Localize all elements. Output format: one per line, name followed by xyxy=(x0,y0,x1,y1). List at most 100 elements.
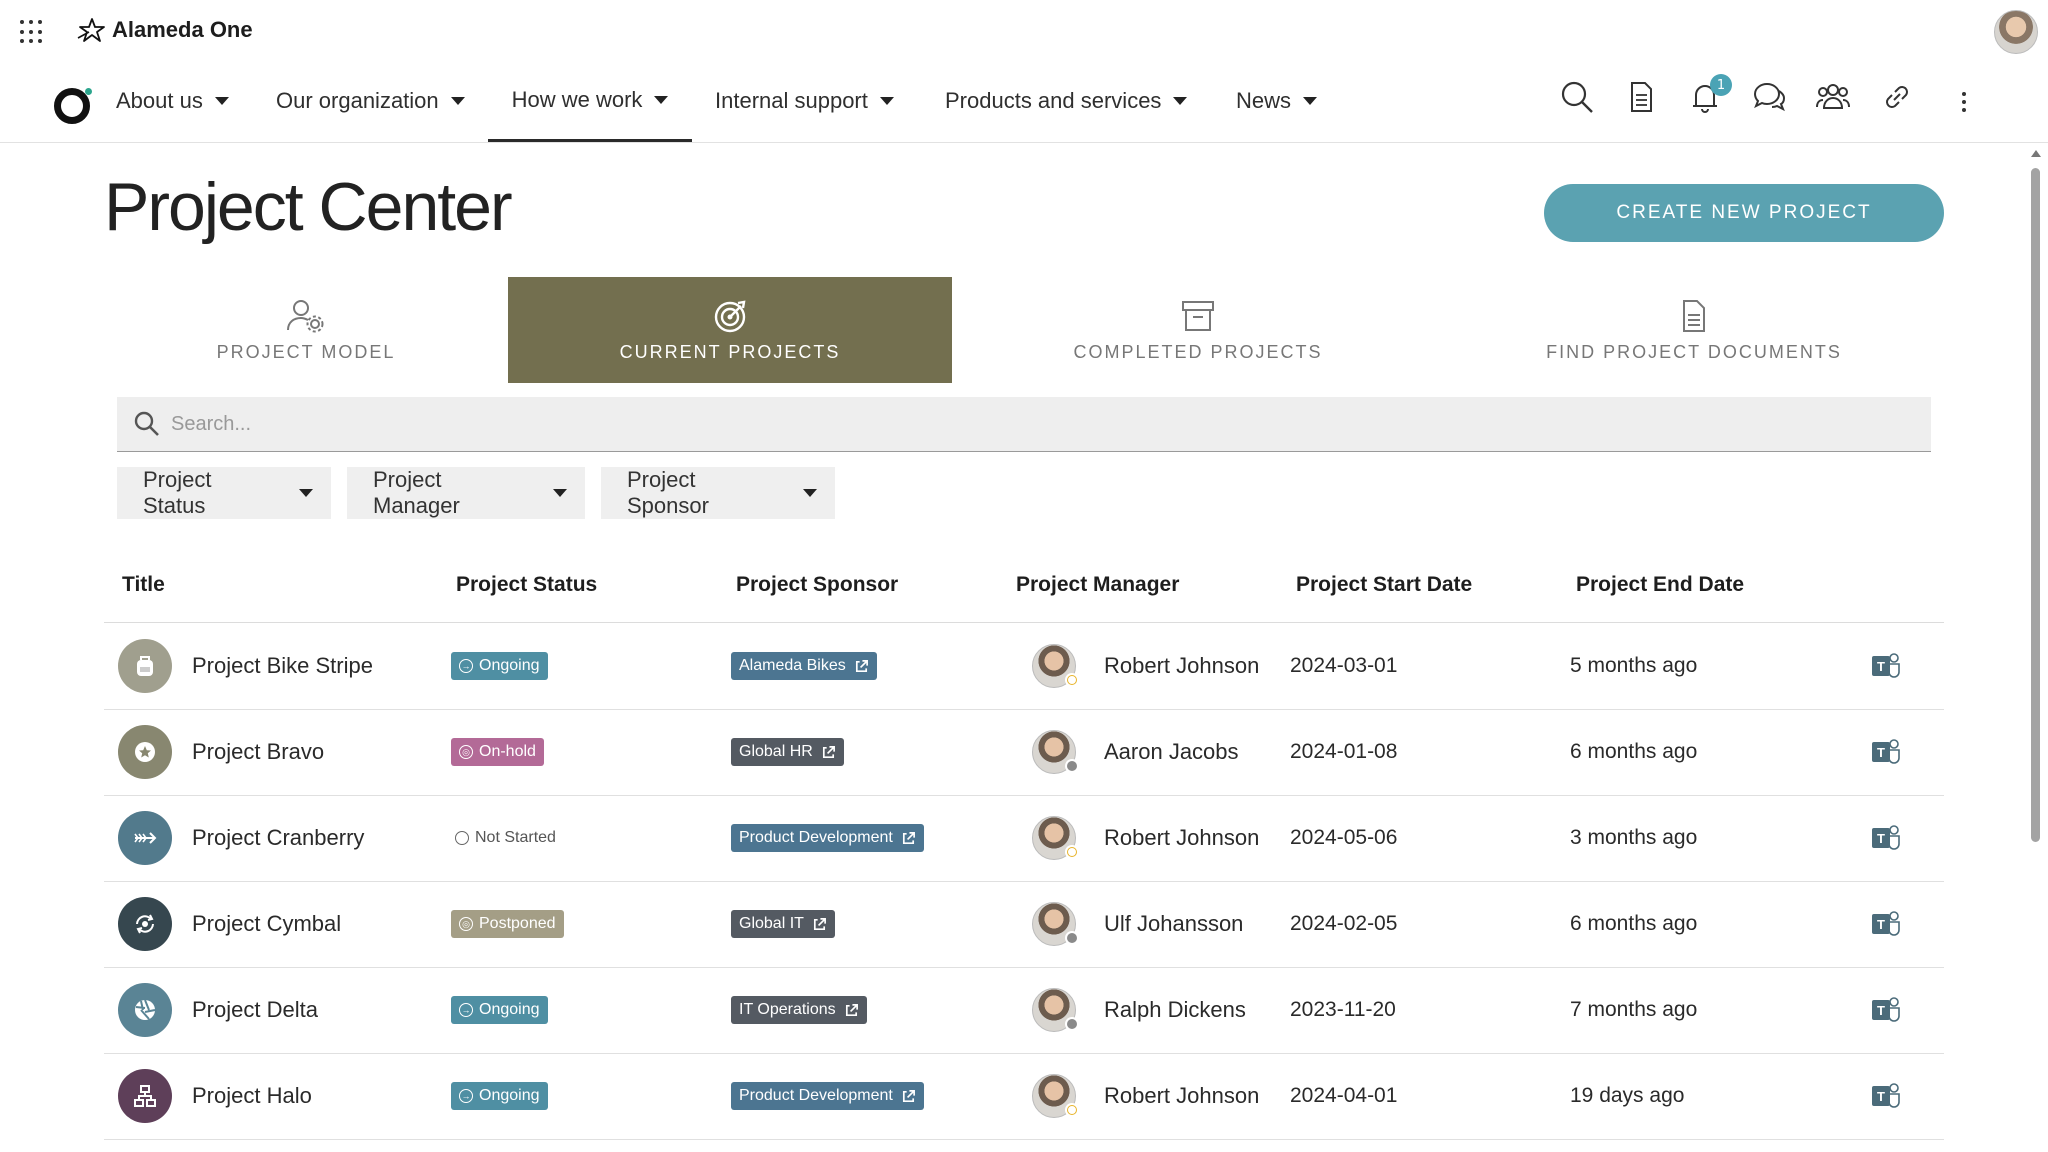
teams-icon[interactable]: T xyxy=(1870,650,1902,682)
title-cell: Project Bravo xyxy=(118,709,324,795)
project-title[interactable]: Project Bike Stripe xyxy=(192,653,373,679)
status-cell: → Ongoing xyxy=(451,623,548,709)
table-row[interactable]: Project Bravo ◎ On-hold Global HR Aaron J… xyxy=(104,709,1944,796)
chat-icon[interactable] xyxy=(1752,80,1786,114)
teams-icon[interactable]: T xyxy=(1870,908,1902,940)
title-cell: Project Cranberry xyxy=(118,795,364,881)
title-cell: Project Cymbal xyxy=(118,881,341,967)
scrollbar-thumb[interactable] xyxy=(2031,168,2040,842)
presence-indicator xyxy=(1065,845,1079,859)
table-row[interactable]: Project Cymbal ◎ Postponed Global IT Ulf … xyxy=(104,881,1944,968)
sponsor-cell: Alameda Bikes xyxy=(731,623,877,709)
end-date: 5 months ago xyxy=(1570,654,1698,677)
document-icon[interactable] xyxy=(1624,80,1658,114)
tab-find-project-documents[interactable]: FIND PROJECT DOCUMENTS xyxy=(1444,277,1944,383)
search-icon[interactable] xyxy=(1560,80,1594,114)
archive-icon xyxy=(1182,300,1214,331)
manager-cell: Robert Johnson xyxy=(1032,795,1259,881)
page-scrollbar[interactable] xyxy=(2028,144,2044,1152)
presence-indicator xyxy=(1065,1017,1079,1031)
current-user-avatar[interactable] xyxy=(1994,10,2038,54)
nav-item-label: Our organization xyxy=(276,88,439,113)
more-vertical-icon[interactable] xyxy=(1962,92,1966,112)
project-title[interactable]: Project Bravo xyxy=(192,739,324,765)
page-title: Project Center xyxy=(104,169,513,245)
table-row[interactable]: Project Bike Stripe → Ongoing Alameda Bik… xyxy=(104,623,1944,710)
create-new-project-button[interactable]: CREATE NEW PROJECT xyxy=(1544,184,1944,242)
project-icon xyxy=(118,725,172,779)
project-title[interactable]: Project Cranberry xyxy=(192,825,364,851)
manager-name: Robert Johnson xyxy=(1104,653,1260,678)
pause-circle-icon: ◎ xyxy=(459,745,473,759)
filter-project-sponsor[interactable]: Project Sponsor xyxy=(601,467,835,519)
sponsor-label: IT Operations xyxy=(739,1001,836,1018)
tab-project-model[interactable]: PROJECT MODEL xyxy=(104,277,508,383)
avatar[interactable] xyxy=(1032,988,1079,1032)
end-date-cell: 6 months ago xyxy=(1570,881,1697,967)
aperture-icon xyxy=(135,999,156,1020)
avatar[interactable] xyxy=(1032,902,1079,946)
manager-name: Robert Johnson xyxy=(1104,825,1260,850)
app-launcher-icon[interactable] xyxy=(20,20,44,44)
nav-item-news[interactable]: News xyxy=(1236,60,1318,142)
sponsor-link[interactable]: Global IT xyxy=(731,910,835,938)
nav-item-internal-support[interactable]: Internal support xyxy=(715,60,894,142)
filter-project-manager[interactable]: Project Manager xyxy=(347,467,585,519)
sponsor-link[interactable]: IT Operations xyxy=(731,996,867,1024)
tab-completed-projects[interactable]: COMPLETED PROJECTS xyxy=(952,277,1444,383)
end-date-cell: 19 days ago xyxy=(1570,1053,1684,1139)
avatar[interactable] xyxy=(1032,1074,1079,1118)
sponsor-link[interactable]: Global HR xyxy=(731,738,844,766)
teams-cell: T xyxy=(1870,623,1902,709)
project-title[interactable]: Project Delta xyxy=(192,997,318,1023)
sponsor-link[interactable]: Product Development xyxy=(731,824,924,852)
title-cell: Project Delta xyxy=(118,967,318,1053)
column-header-project-sponsor[interactable]: Project Sponsor xyxy=(736,548,898,622)
sponsor-link[interactable]: Product Development xyxy=(731,1082,924,1110)
bell-icon[interactable]: 1 xyxy=(1688,74,1732,114)
filter-project-status[interactable]: Project Status xyxy=(117,467,331,519)
manager-name: Ulf Johansson xyxy=(1104,911,1244,936)
title-cell: Project Halo xyxy=(118,1053,312,1139)
column-header-title[interactable]: Title xyxy=(122,548,165,622)
table-row[interactable]: Project Cranberry Not Started Product De… xyxy=(104,795,1944,882)
nav-item-about-us[interactable]: About us xyxy=(116,60,229,142)
caret-down-icon xyxy=(1303,97,1318,105)
empty-circle-icon xyxy=(455,831,469,845)
end-date: 6 months ago xyxy=(1570,912,1698,935)
status-cell: Not Started xyxy=(451,795,564,881)
svg-text:T: T xyxy=(1877,659,1885,674)
tab-label: PROJECT MODEL xyxy=(216,341,396,362)
project-tabs: PROJECT MODEL CURRENT PROJECTS COMPLETED… xyxy=(104,277,1944,383)
project-title[interactable]: Project Cymbal xyxy=(192,911,341,937)
table-row[interactable]: Project Delta → Ongoing IT Operations Ral… xyxy=(104,967,1944,1054)
people-icon[interactable] xyxy=(1816,80,1850,114)
column-header-project-manager[interactable]: Project Manager xyxy=(1016,548,1179,622)
teams-icon[interactable]: T xyxy=(1870,822,1902,854)
caret-down-icon xyxy=(803,489,817,497)
avatar[interactable] xyxy=(1032,730,1079,774)
link-icon[interactable] xyxy=(1880,80,1914,114)
brand[interactable]: Alameda One xyxy=(76,16,253,44)
nav-item-products-and-services[interactable]: Products and services xyxy=(945,60,1188,142)
status-label: Ongoing xyxy=(479,657,540,674)
column-header-project-start-date[interactable]: Project Start Date xyxy=(1296,548,1472,622)
tab-current-projects[interactable]: CURRENT PROJECTS xyxy=(508,277,952,383)
search-input[interactable] xyxy=(169,411,1873,437)
filter-label: Project Manager xyxy=(373,467,460,518)
column-header-project-status[interactable]: Project Status xyxy=(456,548,597,622)
teams-icon[interactable]: T xyxy=(1870,736,1902,768)
teams-icon[interactable]: T xyxy=(1870,994,1902,1026)
nav-item-our-organization[interactable]: Our organization xyxy=(276,60,465,142)
project-title[interactable]: Project Halo xyxy=(192,1083,312,1109)
teams-icon[interactable]: T xyxy=(1870,1080,1902,1112)
end-date-cell: 6 months ago xyxy=(1570,709,1697,795)
nav-item-how-we-work[interactable]: How we work xyxy=(488,60,692,142)
scroll-up-icon[interactable] xyxy=(2031,150,2041,157)
avatar[interactable] xyxy=(1032,644,1079,688)
avatar[interactable] xyxy=(1032,816,1079,860)
column-header-project-end-date[interactable]: Project End Date xyxy=(1576,548,1744,622)
status-badge: ◎ On-hold xyxy=(451,738,544,766)
table-row[interactable]: Project Halo → Ongoing Product Developmen… xyxy=(104,1053,1944,1140)
sponsor-link[interactable]: Alameda Bikes xyxy=(731,652,877,680)
